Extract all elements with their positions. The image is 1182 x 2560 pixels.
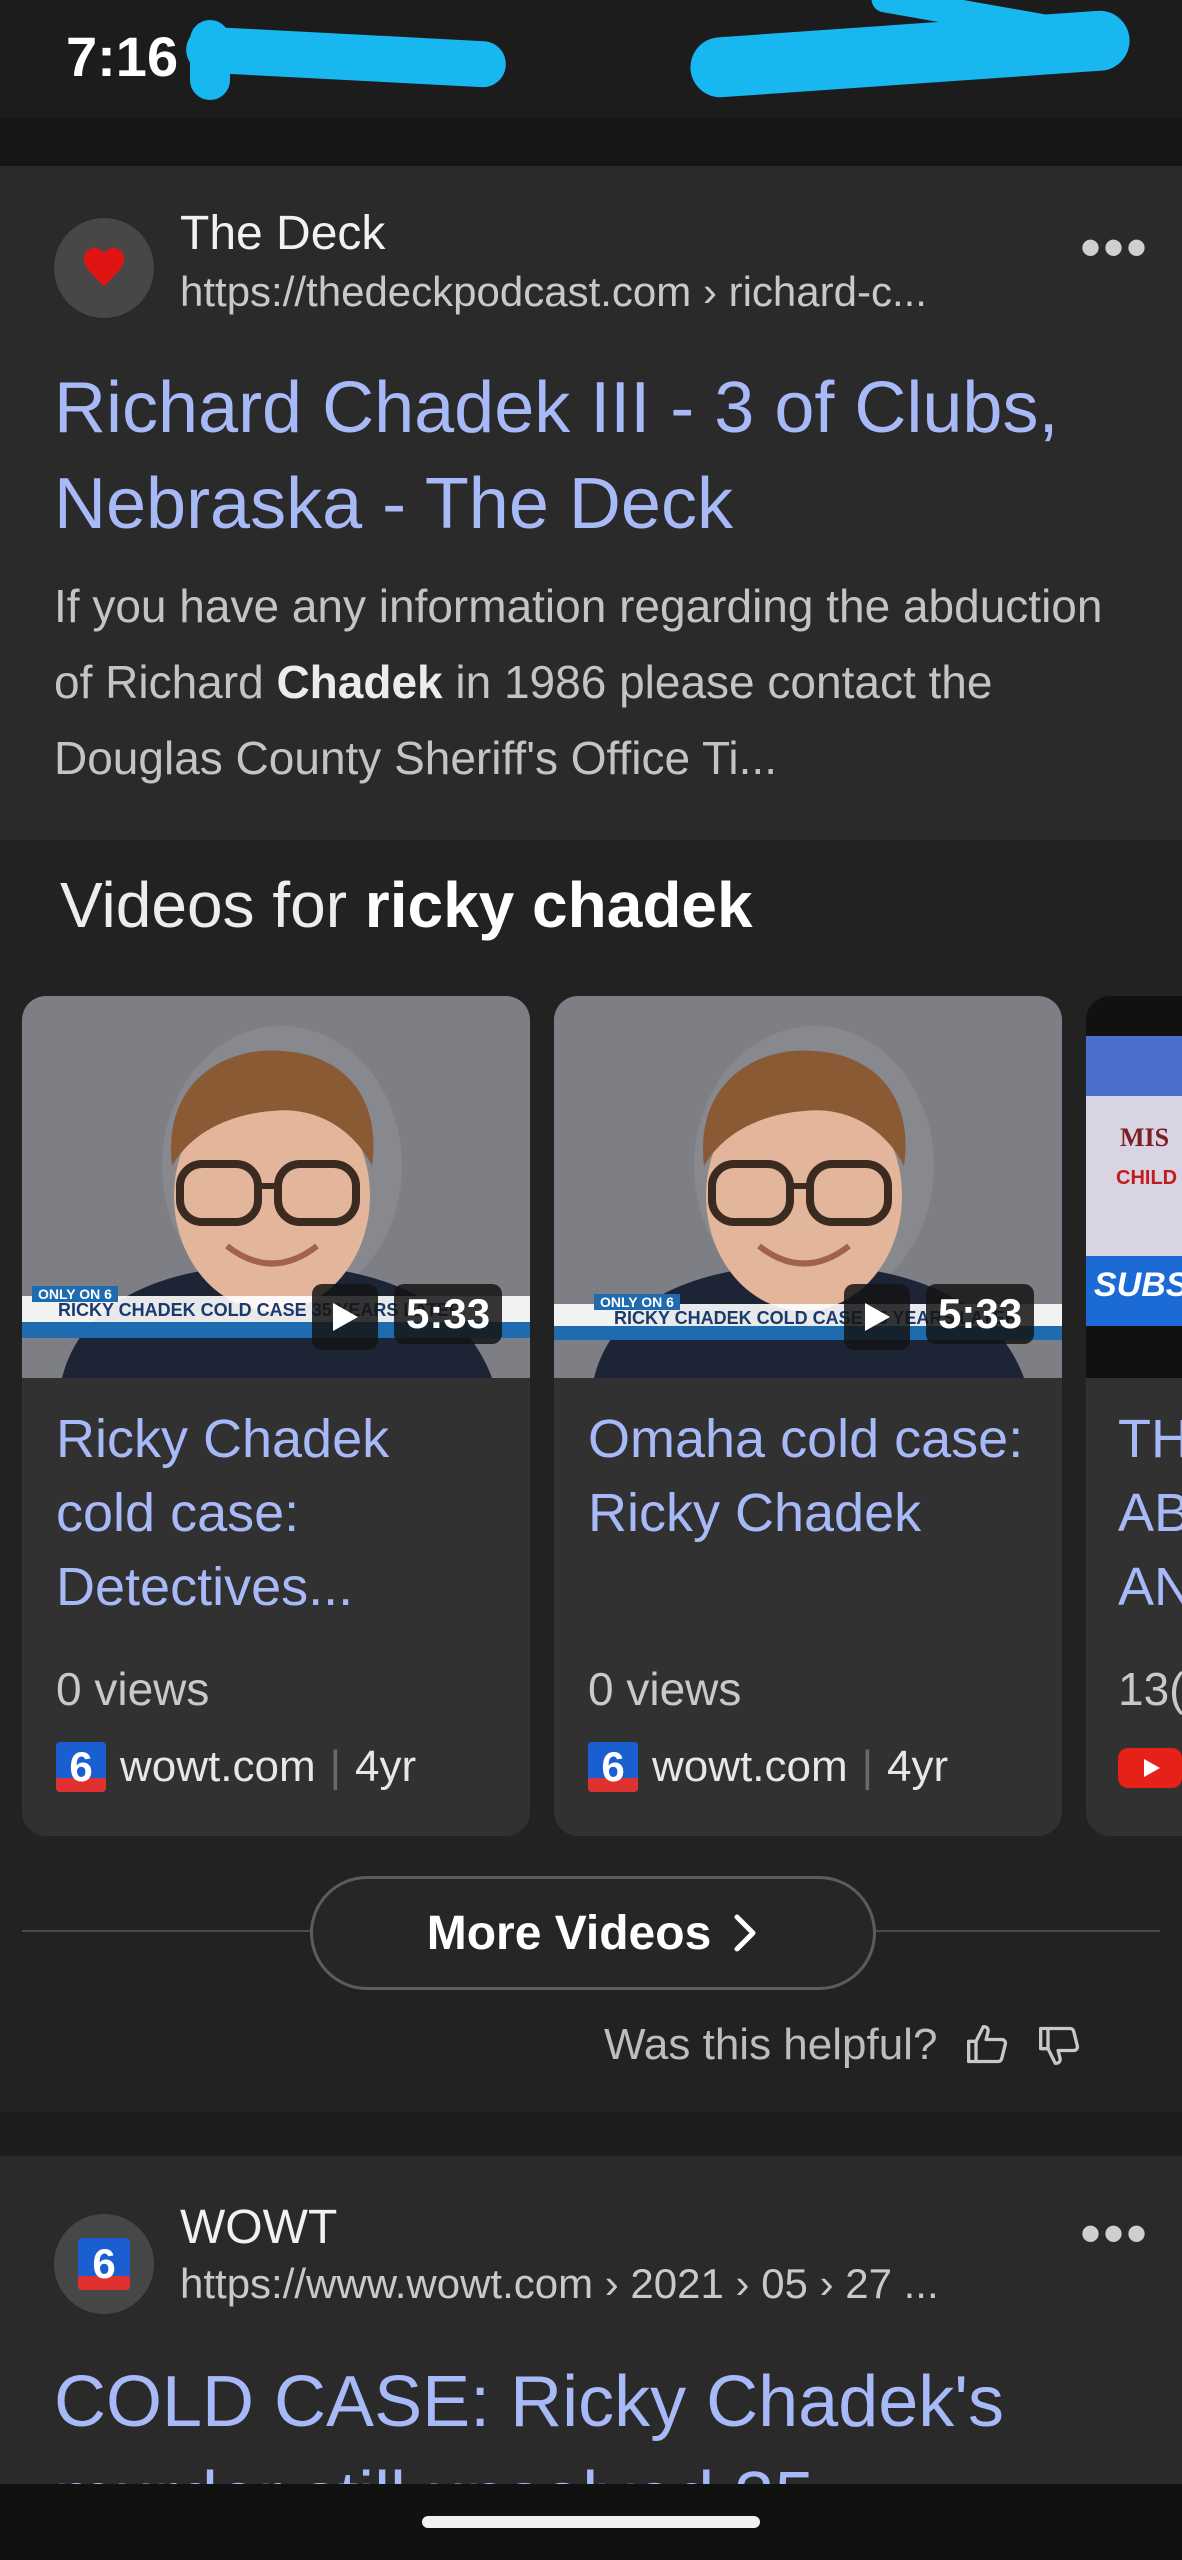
wowt-6-icon: 6 bbox=[588, 1742, 638, 1792]
more-options-icon[interactable]: ••• bbox=[1080, 218, 1149, 278]
home-indicator[interactable] bbox=[422, 2516, 760, 2528]
svg-text:SUBS: SUBS bbox=[1094, 1266, 1182, 1304]
play-icon[interactable] bbox=[844, 1284, 910, 1350]
svg-text:MIS: MIS bbox=[1120, 1123, 1169, 1152]
more-options-icon[interactable]: ••• bbox=[1080, 2204, 1149, 2264]
videos-section-heading: Videos for ricky chadek bbox=[60, 868, 753, 942]
result-title-link[interactable]: Richard Chadek III - 3 of Clubs, Nebrask… bbox=[54, 360, 1114, 552]
wowt-6-icon: 6 bbox=[56, 1742, 106, 1792]
video-thumbnail[interactable]: ONLY ON 6 RICKY CHADEK COLD CASE 35 YEAR… bbox=[22, 996, 530, 1378]
video-source: 6 wowt.com | 4yr bbox=[588, 1742, 948, 1792]
header-separator bbox=[0, 118, 1182, 166]
result-snippet: If you have any information regarding th… bbox=[54, 568, 1134, 796]
video-title[interactable]: Omaha cold case: Ricky Chadek bbox=[588, 1402, 1028, 1550]
youtube-icon bbox=[1118, 1748, 1182, 1788]
video-card[interactable]: ONLY ON 6 RICKY CHADEK COLD CASE 35 YEAR… bbox=[22, 996, 530, 1836]
source-divider: | bbox=[861, 1742, 874, 1791]
video-thumbnail[interactable]: MIS CHILD SUBS bbox=[1086, 996, 1182, 1378]
video-thumbnail[interactable]: ONLY ON 6 RICKY CHADEK COLD CASE 35 YEAR… bbox=[554, 996, 1062, 1378]
video-duration: 5:33 bbox=[394, 1284, 503, 1344]
snippet-highlight: Chadek bbox=[276, 656, 443, 708]
more-videos-label: More Videos bbox=[426, 1906, 712, 1960]
feedback-label: Was this helpful? bbox=[604, 2020, 938, 2069]
heading-query: ricky chadek bbox=[364, 869, 753, 941]
site-url[interactable]: https://thedeckpodcast.com › richard-c..… bbox=[180, 268, 927, 316]
site-favicon[interactable] bbox=[54, 218, 154, 318]
video-source: 6 wowt.com | 4yr bbox=[56, 1742, 416, 1792]
search-result: The Deck https://thedeckpodcast.com › ri… bbox=[0, 166, 1182, 840]
video-views: 0 views bbox=[56, 1663, 210, 1715]
video-title[interactable]: TH AB AN bbox=[1118, 1402, 1182, 1624]
wowt-6-icon: 6 bbox=[78, 2238, 130, 2290]
feedback-row: Was this helpful? bbox=[604, 2020, 1081, 2070]
redaction-scribble bbox=[190, 20, 230, 100]
video-duration: 5:33 bbox=[926, 1284, 1035, 1344]
section-separator bbox=[0, 2112, 1182, 2156]
chevron-right-icon bbox=[734, 1914, 756, 1952]
video-title[interactable]: Ricky Chadek cold case: Detectives... bbox=[56, 1402, 496, 1624]
site-name[interactable]: The Deck bbox=[180, 206, 385, 261]
more-videos-button[interactable]: More Videos bbox=[310, 1876, 876, 1990]
search-result: 6 WOWT https://www.wowt.com › 2021 › 05 … bbox=[0, 2156, 1182, 2538]
status-time: 7:16 bbox=[66, 25, 179, 88]
heading-prefix: Videos for bbox=[60, 869, 365, 941]
source-name: wowt.com bbox=[120, 1742, 316, 1791]
thumbs-down-icon[interactable] bbox=[1037, 2023, 1081, 2067]
site-url[interactable]: https://www.wowt.com › 2021 › 05 › 27 ..… bbox=[180, 2260, 939, 2308]
result-title-text: Richard Chadek III - 3 of Clubs, Nebrask… bbox=[54, 368, 1059, 544]
video-title-text: TH AB AN bbox=[1118, 1409, 1182, 1617]
video-age: 4yr bbox=[355, 1742, 417, 1791]
svg-text:CHILD: CHILD bbox=[1116, 1167, 1177, 1189]
source-divider: | bbox=[329, 1742, 342, 1791]
heart-icon bbox=[83, 247, 125, 287]
play-icon[interactable] bbox=[312, 1284, 378, 1350]
video-views: 13( bbox=[1118, 1663, 1182, 1715]
site-name[interactable]: WOWT bbox=[180, 2200, 337, 2255]
site-favicon[interactable]: 6 bbox=[54, 2214, 154, 2314]
poster-image: MIS CHILD SUBS bbox=[1086, 996, 1182, 1378]
video-age: 4yr bbox=[887, 1742, 949, 1791]
video-card[interactable]: MIS CHILD SUBS TH AB AN 13( bbox=[1086, 996, 1182, 1836]
video-views: 0 views bbox=[588, 1663, 742, 1715]
source-name: wowt.com bbox=[652, 1742, 848, 1791]
video-card[interactable]: ONLY ON 6 RICKY CHADEK COLD CASE 35 YEAR… bbox=[554, 996, 1062, 1836]
thumbs-up-icon[interactable] bbox=[965, 2023, 1009, 2067]
